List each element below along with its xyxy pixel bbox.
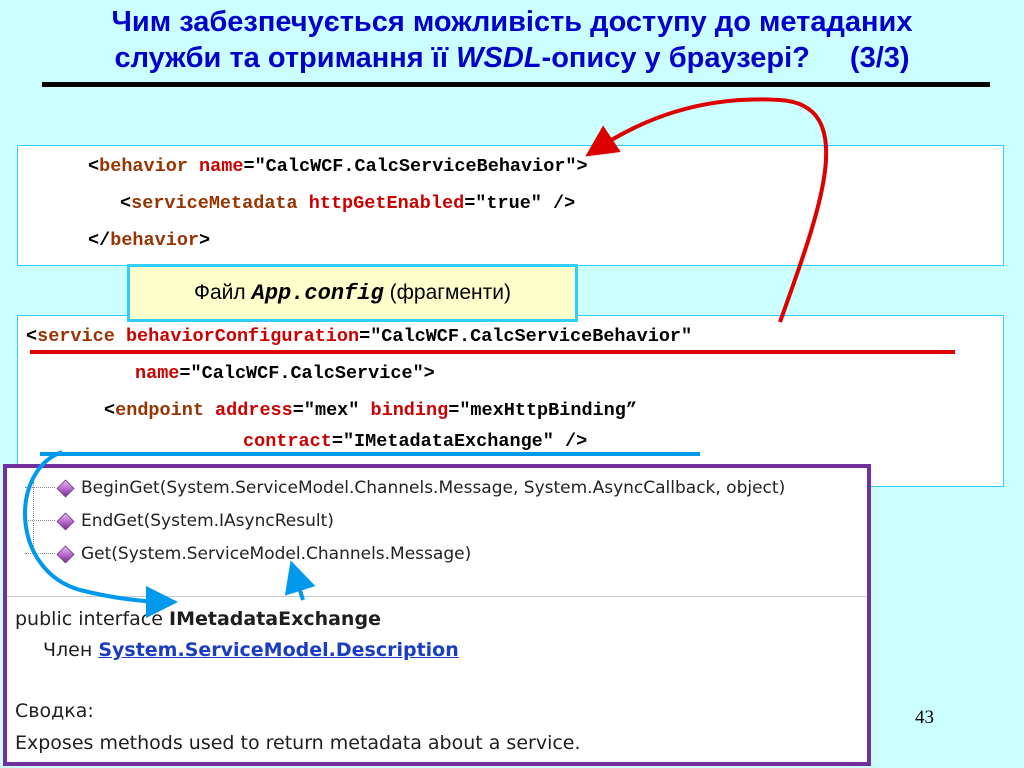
title-line-2-text-a: служби та отримання її (114, 42, 457, 74)
service-metadata-line: <serviceMetadata httpGetEnabled="true" /… (120, 193, 576, 214)
method-cube-icon (56, 544, 75, 564)
summary-text: Exposes methods used to return metadata … (15, 732, 581, 754)
interface-name: IMetadataExchange (169, 608, 381, 630)
member-begin-get[interactable]: BeginGet(System.ServiceModel.Channels.Me… (25, 472, 785, 504)
file-label-name: App.config (251, 280, 384, 306)
behavior-close-line: </behavior> (88, 230, 211, 251)
file-label-suffix: (фрагменти) (389, 281, 512, 304)
title-line-1: Чим забезпечується можливість доступу до… (111, 6, 913, 38)
panel-divider (7, 596, 867, 597)
slide-title: Чим забезпечується можливість доступу до… (0, 4, 1024, 76)
behavior-open-line: <behavior name="CalcWCF.CalcServiceBehav… (88, 156, 588, 177)
page-number: 43 (915, 707, 934, 728)
service-open-line: <service behaviorConfiguration="CalcWCF.… (26, 326, 693, 347)
title-wsdl: WSDL (456, 42, 542, 74)
title-line-2: служби та отримання її WSDL-опису у брау… (0, 40, 1024, 76)
method-cube-icon (56, 478, 75, 498)
title-counter: (3/3) (849, 42, 910, 74)
endpoint-line: <endpoint address="mex" binding="mexHttp… (104, 400, 637, 421)
member-label: Get(System.ServiceModel.Channels.Message… (81, 544, 472, 564)
service-config-box: <service behaviorConfiguration="CalcWCF.… (17, 315, 1004, 487)
object-browser-panel: BeginGet(System.ServiceModel.Channels.Me… (3, 464, 871, 766)
title-line-2-text-b: -опису у браузері? (541, 42, 810, 74)
member-of-line: Член System.ServiceModel.Description (43, 639, 459, 661)
member-label: BeginGet(System.ServiceModel.Channels.Me… (81, 478, 786, 498)
member-get[interactable]: Get(System.ServiceModel.Channels.Message… (25, 538, 471, 570)
service-name-line: name="CalcWCF.CalcService"> (135, 363, 435, 384)
title-underline (42, 82, 990, 87)
method-cube-icon (56, 511, 75, 531)
contract-line: contract="IMetadataExchange" /> (243, 431, 588, 452)
app-config-label: Файл App.config (фрагменти) (127, 264, 578, 322)
file-label-prefix: Файл (193, 281, 246, 304)
namespace-link[interactable]: System.ServiceModel.Description (98, 639, 458, 661)
interface-declaration: public interface IMetadataExchange (15, 608, 381, 630)
behavior-config-box: <behavior name="CalcWCF.CalcServiceBehav… (17, 145, 1004, 266)
summary-heading: Сводка: (15, 700, 94, 722)
member-tree: BeginGet(System.ServiceModel.Channels.Me… (25, 472, 865, 592)
member-end-get[interactable]: EndGet(System.IAsyncResult) (25, 505, 334, 537)
member-label: EndGet(System.IAsyncResult) (81, 511, 334, 531)
